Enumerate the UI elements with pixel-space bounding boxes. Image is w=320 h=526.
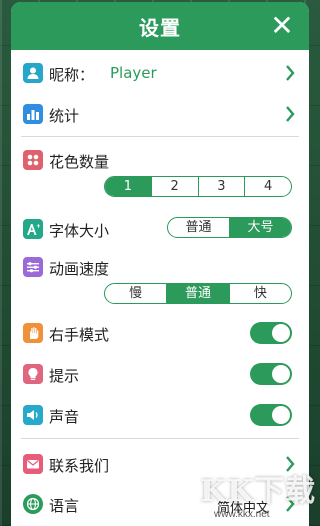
watermark-url: www.kkx.net <box>214 509 270 520</box>
hint-label: 提示 <box>49 367 80 385</box>
speed-option-normal[interactable]: 普通 <box>166 284 229 303</box>
hand-icon <box>23 323 43 343</box>
hint-row: 提示 <box>11 359 309 389</box>
stats-label: 统计 <box>49 107 80 125</box>
speed-option-fast[interactable]: 快 <box>228 284 291 303</box>
speed-option-slow[interactable]: 慢 <box>105 284 166 303</box>
font-size-option-normal[interactable]: 普通 <box>168 218 229 237</box>
animation-speed-label: 动画速度 <box>49 260 110 278</box>
animation-speed-row: 动画速度 慢 普通 快 <box>11 254 309 309</box>
divider <box>21 438 299 439</box>
svg-text:+: + <box>36 223 40 230</box>
font-size-row: + 字体大小 普通 大号 <box>11 214 309 244</box>
stats-row[interactable]: 统计 <box>11 99 309 129</box>
animation-speed-selector[interactable]: 慢 普通 快 <box>104 283 292 304</box>
suits-icon <box>23 150 43 170</box>
font-size-label: 字体大小 <box>49 222 110 240</box>
toggle-knob <box>272 365 290 383</box>
chevron-right-icon <box>286 106 295 122</box>
bar-chart-icon <box>23 104 43 124</box>
suit-option-4[interactable]: 4 <box>244 177 291 196</box>
suit-option-1[interactable]: 1 <box>105 177 151 196</box>
settings-panel: 设置 ✕ 昵称： Player 统计 花色数量 1 2 3 4 + 字体大小 普… <box>11 2 309 526</box>
globe-icon <box>23 494 43 514</box>
nickname-label: 昵称： <box>49 66 95 84</box>
chevron-right-icon <box>286 65 295 81</box>
right-hand-mode-row: 右手模式 <box>11 318 309 348</box>
suit-count-selector[interactable]: 1 2 3 4 <box>104 176 292 197</box>
nickname-row[interactable]: 昵称： Player <box>11 58 309 88</box>
contact-label: 联系我们 <box>49 457 110 475</box>
sound-toggle[interactable] <box>250 404 292 426</box>
sound-label: 声音 <box>49 408 80 426</box>
nickname-value: Player <box>110 64 157 82</box>
suit-option-2[interactable]: 2 <box>150 177 198 196</box>
settings-title: 设置 <box>139 15 181 40</box>
lightbulb-icon <box>23 364 43 384</box>
divider <box>21 136 299 137</box>
toggle-knob <box>272 406 290 424</box>
settings-header: 设置 ✕ <box>11 2 309 50</box>
close-icon[interactable]: ✕ <box>267 11 297 41</box>
user-icon <box>23 63 43 83</box>
suit-option-3[interactable]: 3 <box>197 177 245 196</box>
toggle-knob <box>272 324 290 342</box>
suit-count-row: 花色数量 1 2 3 4 <box>11 147 309 202</box>
font-size-option-large[interactable]: 大号 <box>229 218 291 237</box>
language-label: 语言 <box>49 497 80 515</box>
watermark-logo: KK下载 <box>200 474 317 509</box>
font-size-icon: + <box>23 219 43 239</box>
right-hand-mode-toggle[interactable] <box>250 322 292 344</box>
mail-icon <box>23 454 43 474</box>
hint-toggle[interactable] <box>250 363 292 385</box>
font-size-selector[interactable]: 普通 大号 <box>167 217 292 238</box>
sliders-icon <box>23 257 43 277</box>
sound-row: 声音 <box>11 400 309 430</box>
suit-count-label: 花色数量 <box>49 153 110 171</box>
right-hand-mode-label: 右手模式 <box>49 326 110 344</box>
speaker-icon <box>23 405 43 425</box>
